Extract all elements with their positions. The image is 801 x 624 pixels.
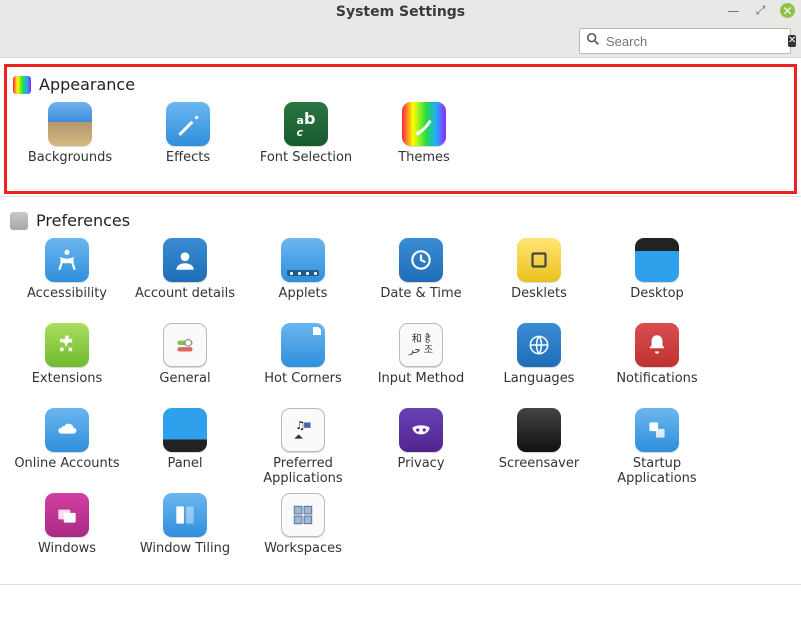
desklets-item[interactable]: Desklets — [480, 238, 598, 323]
item-label: Applets — [279, 287, 328, 302]
effects-icon — [166, 102, 210, 146]
item-label: Screensaver — [499, 457, 579, 472]
preferred-applications-item[interactable]: ♫ Preferred Applications — [244, 408, 362, 493]
startup-applications-item[interactable]: Startup Applications — [598, 408, 716, 493]
online-accounts-icon — [45, 408, 89, 452]
font-selection-icon: abc — [284, 102, 328, 146]
accessibility-item[interactable]: Accessibility — [8, 238, 126, 323]
window-tiling-icon — [163, 493, 207, 537]
backgrounds-icon — [48, 102, 92, 146]
item-label: Notifications — [616, 372, 697, 387]
panel-item[interactable]: Panel — [126, 408, 244, 493]
account-details-icon — [163, 238, 207, 282]
search-box[interactable]: ✕ — [579, 28, 791, 54]
date-time-icon — [399, 238, 443, 282]
workspaces-icon — [281, 493, 325, 537]
item-label: Extensions — [32, 372, 103, 387]
item-label: Online Accounts — [14, 457, 119, 472]
panel-icon — [163, 408, 207, 452]
general-icon — [163, 323, 207, 367]
account-details-item[interactable]: Account details — [126, 238, 244, 323]
windows-item[interactable]: Windows — [8, 493, 126, 578]
input-method-icon: 和 हैحر 조 — [399, 323, 443, 367]
search-icon — [586, 32, 600, 50]
effects-item[interactable]: Effects — [129, 102, 247, 187]
item-label: General — [159, 372, 210, 387]
applets-icon — [281, 238, 325, 282]
item-label: Workspaces — [264, 542, 342, 557]
item-label: Date & Time — [380, 287, 461, 302]
item-label: Desktop — [630, 287, 684, 302]
windows-icon — [45, 493, 89, 537]
font-selection-item[interactable]: abc Font Selection — [247, 102, 365, 187]
item-label: Panel — [167, 457, 202, 472]
svg-text:♫: ♫ — [295, 419, 305, 432]
desklets-icon — [517, 238, 561, 282]
section-title: Appearance — [39, 75, 135, 94]
appearance-section-icon — [13, 76, 31, 94]
item-label: Preferred Applications — [248, 457, 358, 487]
appearance-highlight: Appearance Backgrounds Effects abc Font … — [4, 64, 797, 194]
extensions-item[interactable]: Extensions — [8, 323, 126, 408]
desktop-item[interactable]: Desktop — [598, 238, 716, 323]
screensaver-icon — [517, 408, 561, 452]
item-label: Accessibility — [27, 287, 107, 302]
hot-corners-icon — [281, 323, 325, 367]
input-method-item[interactable]: 和 हैحر 조 Input Method — [362, 323, 480, 408]
item-label: Languages — [504, 372, 575, 387]
general-item[interactable]: General — [126, 323, 244, 408]
window-tiling-item[interactable]: Window Tiling — [126, 493, 244, 578]
item-label: Account details — [135, 287, 235, 302]
window-title: System Settings — [0, 4, 801, 20]
search-input[interactable] — [600, 34, 788, 49]
item-label: Desklets — [511, 287, 567, 302]
item-label: Themes — [398, 151, 450, 166]
workspaces-item[interactable]: Workspaces — [244, 493, 362, 578]
section-title: Preferences — [36, 211, 130, 230]
preferences-section-icon — [10, 212, 28, 230]
maximize-button[interactable]: ⤢ — [753, 3, 768, 18]
languages-item[interactable]: Languages — [480, 323, 598, 408]
hot-corners-item[interactable]: Hot Corners — [244, 323, 362, 408]
preferred-applications-icon: ♫ — [281, 408, 325, 452]
themes-icon — [402, 102, 446, 146]
item-label: Privacy — [397, 457, 444, 472]
privacy-icon — [399, 408, 443, 452]
item-label: Windows — [38, 542, 96, 557]
desktop-icon — [635, 238, 679, 282]
item-label: Effects — [166, 151, 210, 166]
clear-search-icon[interactable]: ✕ — [788, 35, 796, 47]
online-accounts-item[interactable]: Online Accounts — [8, 408, 126, 493]
item-label: Startup Applications — [602, 457, 712, 487]
minimize-button[interactable]: — — [726, 3, 741, 18]
themes-item[interactable]: Themes — [365, 102, 483, 187]
item-label: Window Tiling — [140, 542, 230, 557]
item-label: Backgrounds — [28, 151, 112, 166]
languages-icon — [517, 323, 561, 367]
item-label: Font Selection — [260, 151, 352, 166]
notifications-icon — [635, 323, 679, 367]
backgrounds-item[interactable]: Backgrounds — [11, 102, 129, 187]
applets-item[interactable]: Applets — [244, 238, 362, 323]
notifications-item[interactable]: Notifications — [598, 323, 716, 408]
date-time-item[interactable]: Date & Time — [362, 238, 480, 323]
privacy-item[interactable]: Privacy — [362, 408, 480, 493]
startup-applications-icon — [635, 408, 679, 452]
accessibility-icon — [45, 238, 89, 282]
item-label: Input Method — [378, 372, 465, 387]
close-button[interactable]: ✕ — [780, 3, 795, 18]
item-label: Hot Corners — [264, 372, 341, 387]
screensaver-item[interactable]: Screensaver — [480, 408, 598, 493]
extensions-icon — [45, 323, 89, 367]
